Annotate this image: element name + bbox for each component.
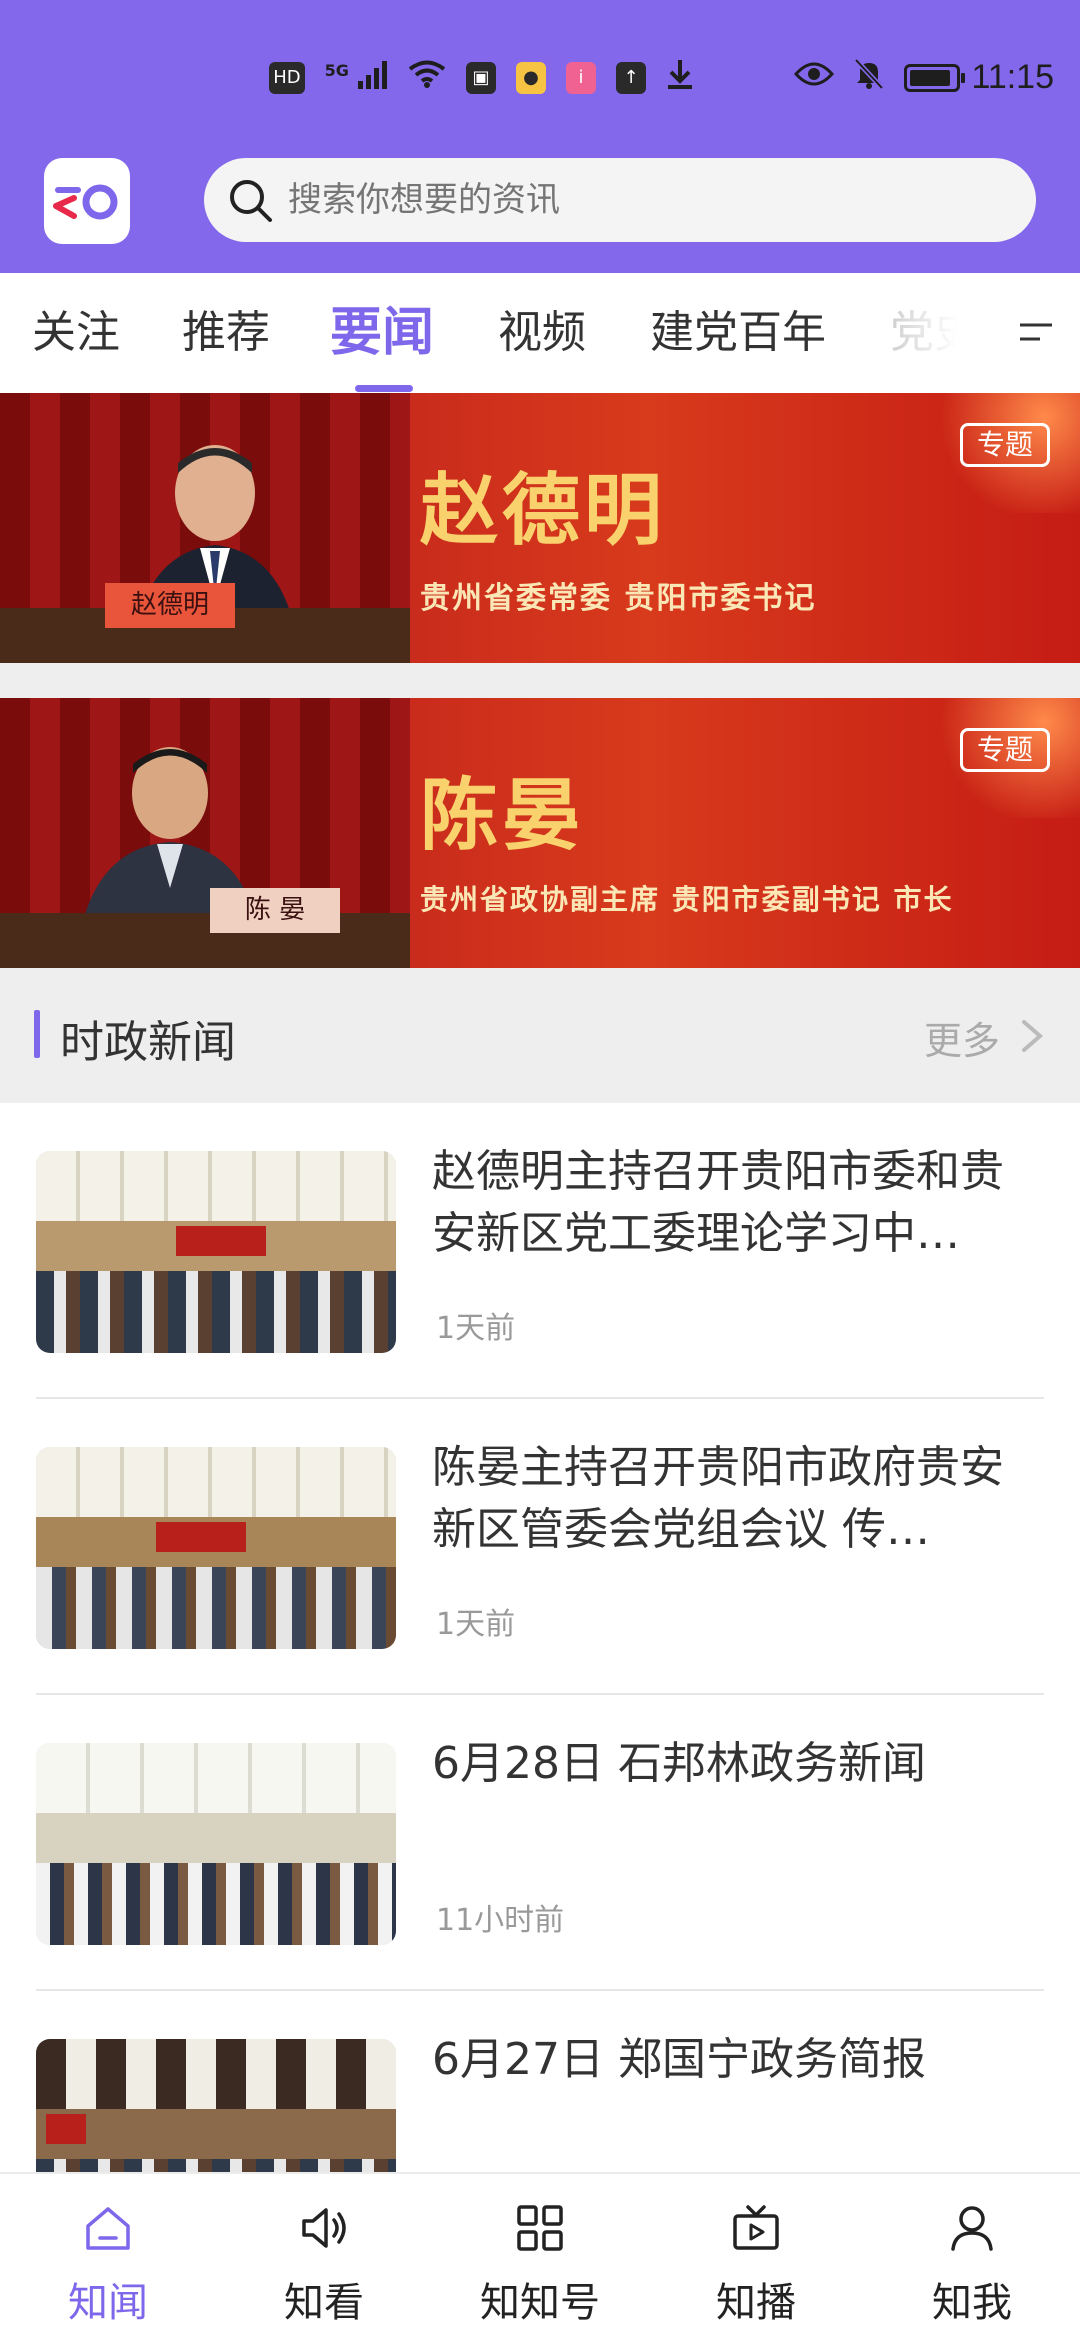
search-input[interactable]: [276, 158, 1036, 242]
banner-title: 贵州省政协副主席 贵阳市委副书记 市长: [420, 883, 954, 916]
list-item[interactable]: 6月28日 石邦林政务新闻 11小时前: [0, 1695, 1080, 1991]
banner-name: 赵德明: [420, 465, 667, 556]
eye-icon: [793, 60, 835, 96]
news-title: 6月28日 石邦林政务新闻: [432, 1738, 926, 1789]
tab-recommend[interactable]: 推荐: [182, 273, 270, 393]
nameplate: 赵德明: [105, 583, 235, 628]
news-thumbnail: [36, 1151, 396, 1353]
more-link[interactable]: 更多: [924, 1010, 1000, 1065]
upload-icon: ↑: [616, 62, 646, 94]
logo-mark-icon: [53, 184, 118, 220]
nav-label: 知看: [284, 2280, 364, 2326]
nav-label: 知知号: [480, 2280, 600, 2326]
app-header: HD 5G ▣ ● i ↑ 11:15: [0, 0, 1080, 273]
wifi-icon: [408, 60, 446, 96]
podium-desk: [0, 913, 410, 968]
chevron-right-icon[interactable]: [1018, 1016, 1046, 1056]
nav-item-zhiwo[interactable]: 知我: [864, 2174, 1080, 2340]
nav-item-zhikan[interactable]: 知看: [216, 2174, 432, 2340]
status-bar: HD 5G ▣ ● i ↑ 11:15: [0, 0, 1080, 150]
search-icon: [224, 174, 276, 226]
network-type-label: 5G: [324, 60, 349, 80]
nav-label: 知播: [716, 2280, 796, 2326]
category-tabs: 关注 推荐 要闻 视频 建党百年 党史: [0, 273, 1080, 393]
tab-video[interactable]: 视频: [498, 273, 586, 393]
news-time: 1天前: [436, 1607, 516, 1642]
bottom-navigation: 知闻 知看 知知号 知播 知我: [0, 2172, 1080, 2340]
speaker-icon: [302, 2208, 346, 2248]
news-time: 1天前: [436, 1311, 516, 1346]
news-time: 11小时前: [436, 1903, 565, 1938]
banner-name: 陈晏: [420, 770, 585, 861]
signal-icon: 5G: [324, 60, 388, 96]
feature-banner[interactable]: 赵德明 赵德明 贵州省委常委 贵阳市委书记 专题: [0, 393, 1080, 663]
active-tab-indicator: [355, 385, 413, 392]
tab-party-centenary[interactable]: 建党百年: [650, 273, 826, 393]
nav-label: 知我: [932, 2280, 1012, 2326]
nav-label: 知闻: [68, 2280, 148, 2326]
nav-item-zhiwen[interactable]: 知闻: [0, 2174, 216, 2340]
topic-badge: 专题: [959, 728, 1050, 772]
app-notification-icon: ▣: [466, 62, 496, 94]
nav-item-zhibo[interactable]: 知播: [648, 2174, 864, 2340]
news-title: 6月27日 郑国宁政务简报: [432, 2034, 926, 2085]
news-thumbnail: [36, 1447, 396, 1649]
search-bar[interactable]: [204, 158, 1036, 242]
news-title: 陈晏主持召开贵阳市政府贵安新区管委会党组会议 传…: [432, 1442, 1004, 1555]
nav-item-zhizhihao[interactable]: 知知号: [432, 2174, 648, 2340]
section-title: 时政新闻: [60, 1017, 236, 1068]
section-accent-bar: [34, 1010, 40, 1058]
section-header: 时政新闻 更多: [0, 968, 1080, 1103]
status-time: 11:15: [971, 58, 1054, 96]
battery-icon: [904, 64, 965, 92]
user-icon: [951, 2206, 993, 2251]
topic-badge: 专题: [959, 423, 1050, 467]
list-item[interactable]: 赵德明主持召开贵阳市委和贵安新区党工委理论学习中… 1天前: [0, 1103, 1080, 1399]
app-logo[interactable]: [44, 158, 130, 244]
tab-follow[interactable]: 关注: [32, 273, 120, 393]
app-notification-icon-2: ●: [516, 62, 546, 94]
tabs-fade-overlay: [880, 273, 990, 393]
news-thumbnail: [36, 1743, 396, 1945]
home-icon: [86, 2207, 130, 2250]
banner-gap: [0, 663, 1080, 698]
feature-banner[interactable]: 陈 晏 陈晏 贵州省政协副主席 贵阳市委副书记 市长 专题: [0, 698, 1080, 968]
nameplate: 陈 晏: [210, 888, 340, 933]
status-icons: HD 5G ▣ ● i ↑: [269, 58, 965, 98]
tv-play-icon: [733, 2205, 779, 2250]
list-item[interactable]: 陈晏主持召开贵阳市政府贵安新区管委会党组会议 传… 1天前: [0, 1399, 1080, 1695]
tab-headlines[interactable]: 要闻: [330, 273, 434, 393]
menu-icon[interactable]: [1016, 313, 1056, 353]
mute-bell-icon: [854, 58, 884, 98]
news-title: 赵德明主持召开贵阳市委和贵安新区党工委理论学习中…: [432, 1146, 1004, 1259]
app-notification-icon-3: i: [566, 62, 596, 94]
download-icon: [666, 58, 694, 98]
grid-icon: [517, 2205, 563, 2251]
banner-title: 贵州省委常委 贵阳市委书记: [420, 581, 817, 616]
hd-icon: HD: [269, 62, 305, 94]
